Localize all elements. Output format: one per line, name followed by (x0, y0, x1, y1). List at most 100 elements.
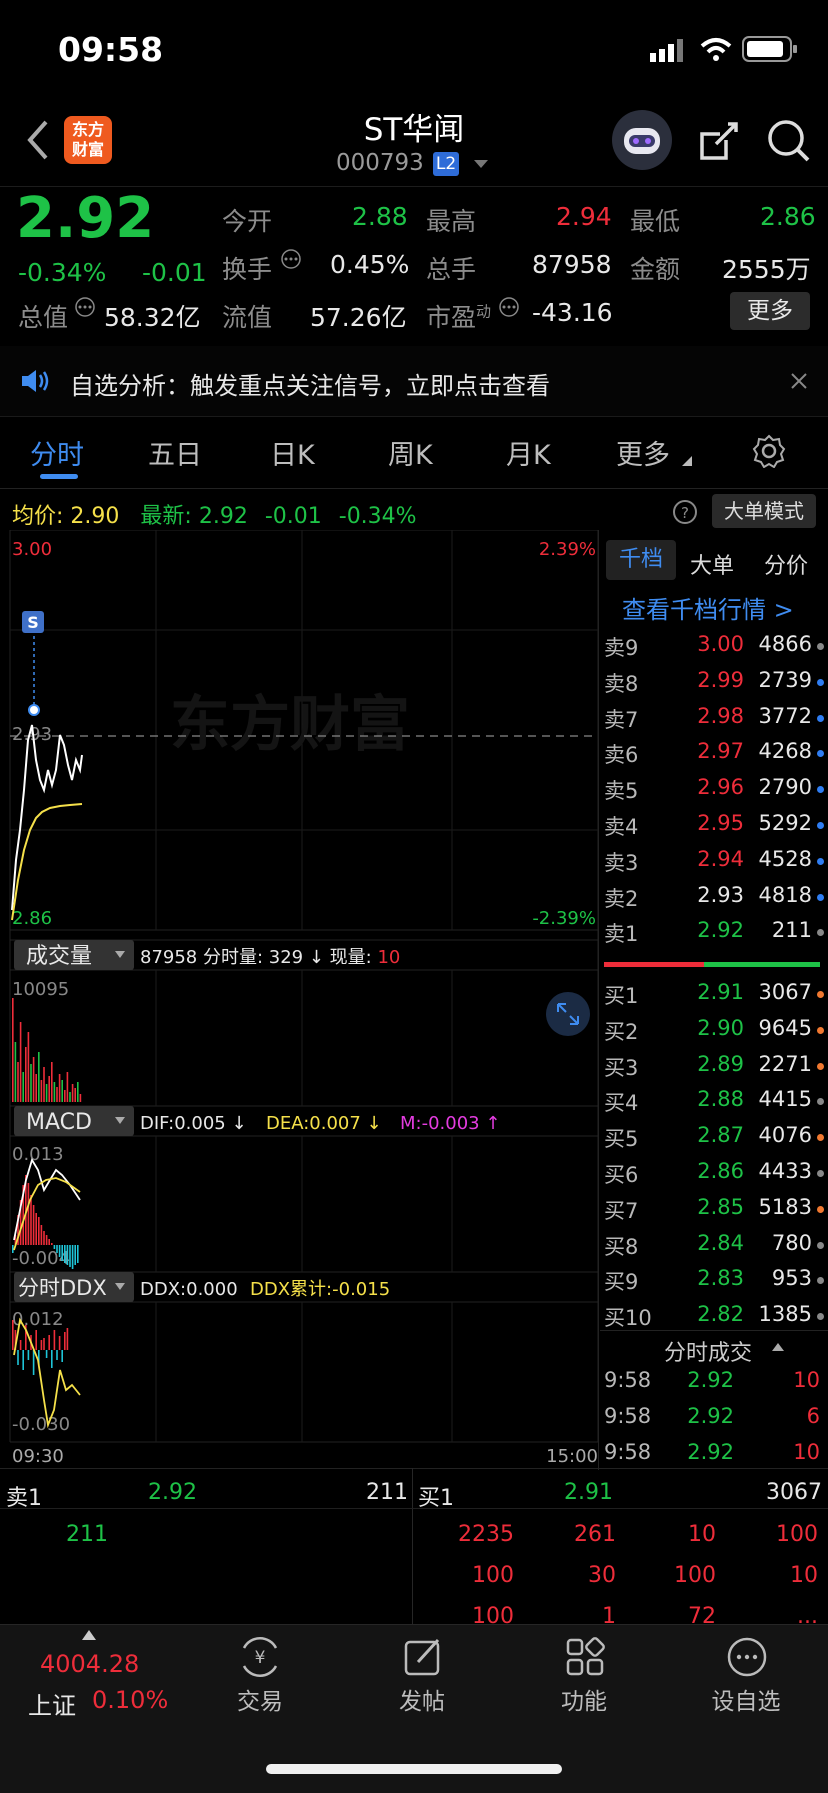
post-icon[interactable] (402, 1636, 444, 1678)
bar (12, 998, 14, 1102)
info-dots-icon[interactable] (498, 296, 520, 318)
trade-time: 9:58 (604, 1404, 652, 1428)
bar (64, 1332, 66, 1350)
intraday-chart[interactable]: 东方财富 3.00 2.93 2.86 2.39% -2.39% S 成交量 8… (0, 530, 600, 1470)
tab-price-levels[interactable]: 分价 (764, 548, 808, 580)
level-price: 2.88 (697, 1087, 744, 1112)
ask-row[interactable]: 卖3 2.94 4528 (604, 847, 824, 883)
level-price: 2.95 (697, 811, 744, 835)
expand-chart-button[interactable] (546, 992, 590, 1036)
level-dot-icon (817, 1170, 824, 1177)
index-percent[interactable]: 0.10% (92, 1686, 168, 1714)
caret-up-icon (772, 1343, 784, 1351)
bid-row[interactable]: 买5 2.87 4076 (604, 1123, 824, 1159)
tab-big-orders[interactable]: 大单 (690, 548, 734, 580)
robot-assistant-icon[interactable] (612, 110, 672, 170)
level-volume: 4076 (758, 1123, 812, 1148)
tab-weekly-k[interactable]: 周K (388, 433, 433, 472)
bar (48, 1239, 50, 1245)
tab-functions[interactable]: 功能 (524, 1682, 644, 1716)
bar (32, 1205, 35, 1245)
bid-row[interactable]: 买1 2.91 3067 (604, 980, 824, 1016)
macd-top-label: 0.013 (12, 1144, 64, 1165)
level-price: 2.82 (697, 1302, 744, 1327)
bid-row[interactable]: 买2 2.90 9645 (604, 1016, 824, 1052)
bid-row[interactable]: 买4 2.88 4415 (604, 1087, 824, 1123)
bar (17, 1350, 19, 1365)
bar (77, 1082, 79, 1102)
tab-daily-k[interactable]: 日K (270, 433, 315, 472)
macd-m: M:-0.003 ↑ (400, 1113, 500, 1134)
trade-icon[interactable]: ¥ (236, 1636, 284, 1678)
bar (27, 1350, 30, 1360)
bar (48, 1335, 50, 1350)
change-percent: -0.34% (18, 258, 107, 287)
bar (35, 1213, 37, 1245)
bar (32, 1057, 35, 1102)
functions-icon[interactable] (564, 1636, 606, 1678)
tab-intraday[interactable]: 分时 (30, 433, 84, 472)
tab-thousand-levels[interactable]: 千档 (606, 540, 676, 580)
bid-row[interactable]: 买3 2.89 2271 (604, 1052, 824, 1088)
bid-row[interactable]: 买7 2.85 5183 (604, 1195, 824, 1231)
ask-row[interactable]: 卖6 2.97 4268 (604, 739, 824, 775)
trade-volume: 6 (806, 1404, 820, 1428)
level-dot-icon (817, 1026, 824, 1034)
level-volume: 211 (771, 918, 812, 943)
ask-row[interactable]: 卖7 2.98 3772 (604, 704, 824, 740)
level-price: 2.99 (697, 667, 744, 692)
share-icon[interactable] (698, 120, 740, 162)
level-volume: 4818 (758, 882, 812, 907)
more-button[interactable]: 更多 (730, 292, 810, 330)
tab-more[interactable]: 更多 (616, 433, 670, 472)
help-icon[interactable]: ? (672, 499, 698, 525)
add-watchlist-icon[interactable] (726, 1636, 768, 1678)
ask-row[interactable]: 卖5 2.96 2790 (604, 775, 824, 811)
gear-icon[interactable] (752, 434, 786, 468)
trades-header[interactable]: 分时成交 (600, 1330, 828, 1367)
caret-up-icon[interactable] (82, 1630, 96, 1640)
bar (45, 1084, 48, 1102)
pct-bot-label: -2.39% (532, 908, 596, 929)
queue-sell-volume: 211 (366, 1480, 408, 1505)
level2-badge[interactable]: L2 (433, 152, 459, 176)
caret-down-icon[interactable] (474, 160, 488, 170)
market-cap-value: 58.32亿 (104, 303, 201, 332)
notice-text[interactable]: 自选分析：触发重点关注信号，立即点击查看 (70, 366, 550, 401)
tab-trade[interactable]: 交易 (200, 1682, 320, 1716)
tab-five-day[interactable]: 五日 (148, 433, 202, 472)
tab-post[interactable]: 发帖 (362, 1682, 482, 1716)
bar (58, 1245, 61, 1257)
ddx-cumulative: DDX累计:-0.015 (250, 1279, 390, 1300)
level-label: 买6 (604, 1163, 639, 1187)
view-thousand-levels-link[interactable]: 查看千档行情 > (622, 590, 794, 625)
bid-row[interactable]: 买9 2.83 953 (604, 1266, 824, 1302)
bar (58, 1074, 61, 1102)
bar (61, 1350, 63, 1362)
bid-row[interactable]: 买6 2.86 4433 (604, 1159, 824, 1195)
ask-row[interactable]: 卖8 2.99 2739 (604, 668, 824, 704)
ask-row[interactable]: 卖1 2.92 211 (604, 918, 824, 954)
close-icon[interactable] (790, 372, 808, 390)
level-price: 2.91 (697, 980, 744, 1004)
ask-row[interactable]: 卖4 2.95 5292 (604, 811, 824, 847)
average-price-line (11, 803, 83, 921)
ask-row[interactable]: 卖2 2.93 4818 (604, 883, 824, 919)
ask-row[interactable]: 卖9 3.00 4866 (604, 632, 824, 668)
search-icon[interactable] (766, 118, 812, 164)
queue-sell-price: 2.92 (148, 1480, 197, 1505)
big-order-mode-button[interactable]: 大单模式 (712, 494, 816, 528)
trade-volume: 10 (793, 1440, 820, 1464)
bid-row[interactable]: 买8 2.84 780 (604, 1231, 824, 1267)
bar (69, 1092, 71, 1102)
index-name[interactable]: 上证 (28, 1686, 76, 1721)
tab-add-watchlist[interactable]: 设自选 (686, 1682, 806, 1716)
trade-price: 2.92 (687, 1368, 734, 1392)
info-dots-icon[interactable] (74, 296, 96, 318)
tab-monthly-k[interactable]: 月K (506, 433, 551, 472)
index-value[interactable]: 4004.28 (40, 1650, 139, 1678)
bar (27, 1032, 30, 1102)
trade-price: 2.92 (687, 1404, 734, 1428)
info-dots-icon[interactable] (280, 248, 302, 270)
queue-buy-order: 261 (574, 1522, 616, 1547)
